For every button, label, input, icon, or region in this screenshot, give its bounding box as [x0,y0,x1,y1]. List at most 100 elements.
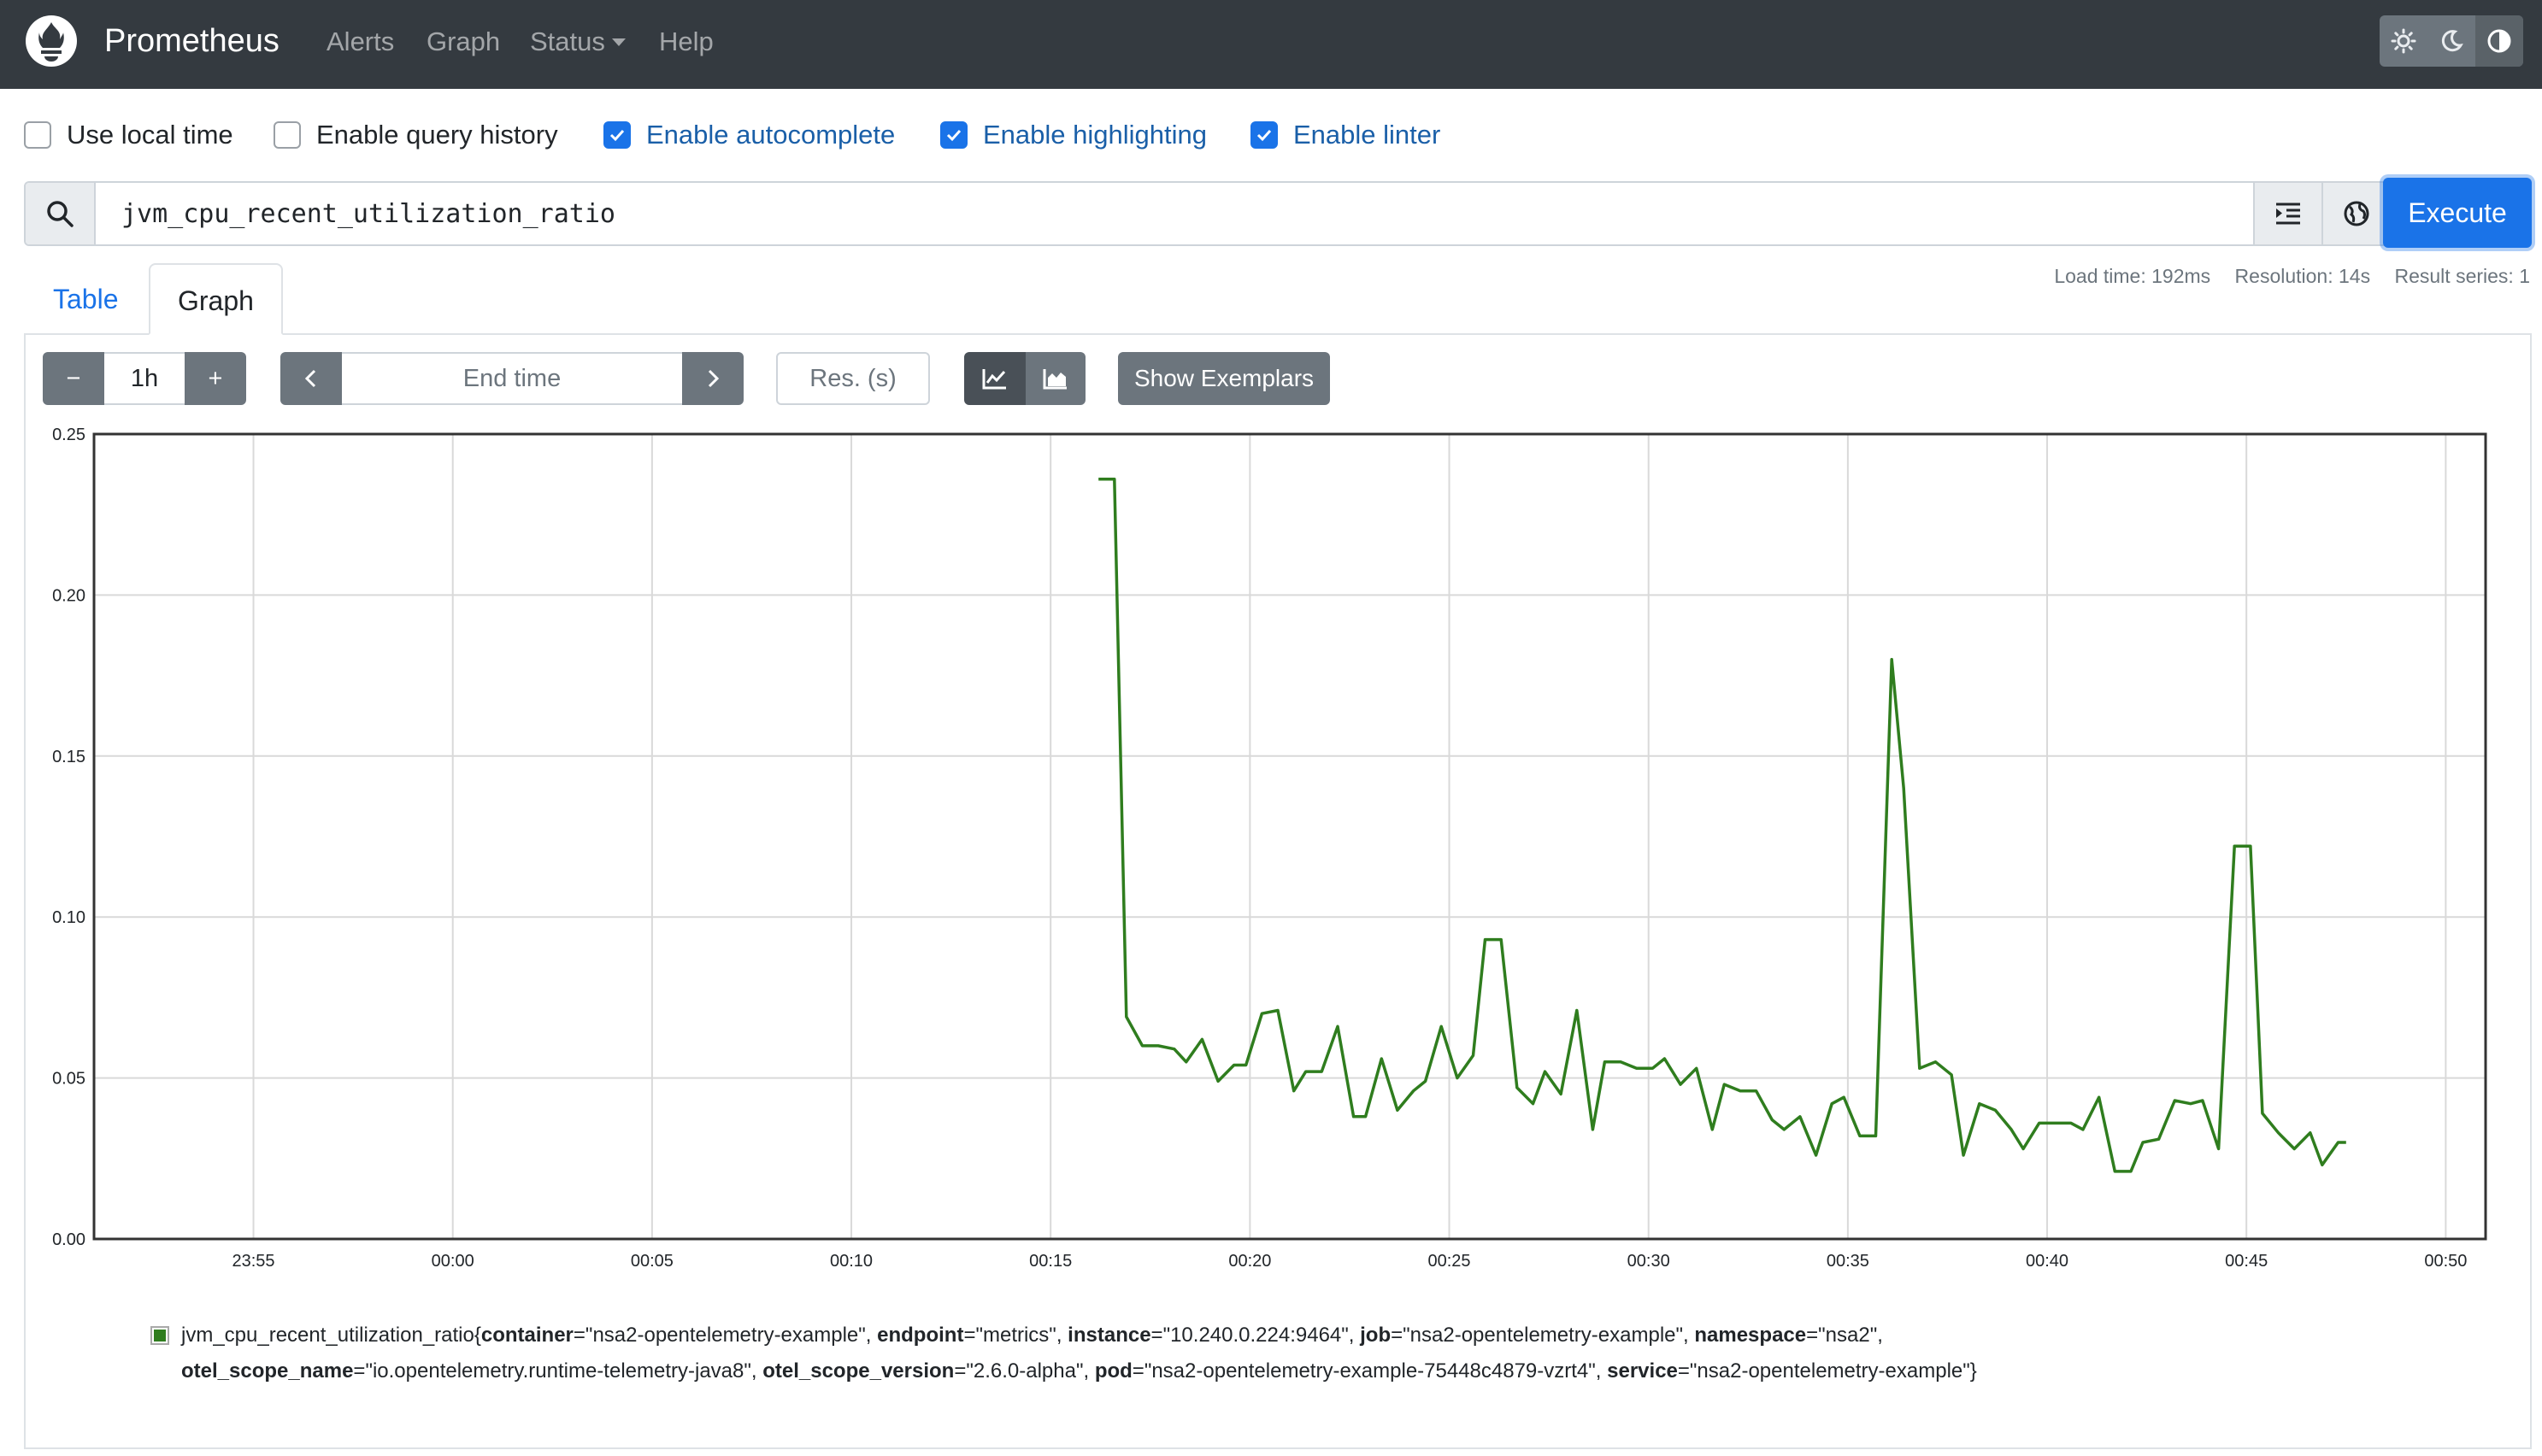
resolution-input[interactable]: Res. (s) [776,352,930,405]
x-tick-label: 00:10 [830,1252,873,1271]
light-theme-button[interactable] [2380,15,2427,67]
y-tick-label: 0.05 [52,1070,85,1089]
option-label: Enable query history [316,120,558,150]
result-series: Result series: 1 [2394,265,2530,287]
format-expression-button[interactable] [2253,183,2321,244]
legend-line-1[interactable]: jvm_cpu_recent_utilization_ratio{contain… [181,1318,1883,1353]
y-tick-label: 0.25 [52,426,85,444]
legend-label-value: ="nsa2", [1806,1324,1883,1347]
metrics-explorer-button[interactable] [2321,183,2390,244]
previous-time-button[interactable] [280,352,342,405]
next-time-button[interactable] [682,352,744,405]
y-tick-label: 0.00 [52,1230,85,1249]
checkmark-icon [1256,129,1272,142]
legend-label-value: ="2.6.0-alpha", [954,1359,1095,1383]
option-enable-highlighting[interactable]: Enable highlighting [940,118,1207,152]
legend-label-key: job [1360,1324,1392,1347]
y-tick-label: 0.15 [52,748,85,766]
option-enable-linter[interactable]: Enable linter [1250,118,1440,152]
x-tick-label: 00:05 [631,1252,674,1271]
legend-label-key: namespace [1694,1324,1807,1347]
option-label: Enable linter [1293,120,1441,150]
nav-alerts[interactable]: Alerts [327,26,394,58]
line-chart-button[interactable] [964,352,1026,405]
indent-format-icon [2276,203,2300,225]
prometheus-logo-icon[interactable] [24,14,79,68]
caret-down-icon [611,38,626,46]
legend-label-value: ="10.240.0.224:9464", [1150,1324,1361,1347]
nav-graph[interactable]: Graph [427,26,500,58]
graph-chart[interactable]: 0.25 0.20 0.15 0.10 0.05 0.00 23:55 00:00 00:05 0… [0,410,2542,1282]
tab-table[interactable]: Table [26,263,146,335]
load-time: Load time: 192ms [2054,265,2211,287]
end-time-input[interactable]: End time [342,352,682,405]
nav-help[interactable]: Help [659,26,714,58]
y-tick-label: 0.10 [52,908,85,927]
legend-label-key: otel_scope_version [762,1359,955,1383]
globe-icon [2344,201,2369,226]
execute-button[interactable]: Execute [2383,178,2532,248]
legend-label-key: service [1607,1359,1678,1383]
show-exemplars-button[interactable]: Show Exemplars [1118,352,1330,405]
y-tick-label: 0.20 [52,586,85,605]
legend-label-value: ="io.opentelemetry.runtime-telemetry-jav… [353,1359,763,1383]
option-label: Enable highlighting [983,120,1207,150]
chevron-right-icon [708,369,720,388]
checkmark-icon [946,129,962,142]
query-bar: jvm_cpu_recent_utilization_ratio [24,181,2532,246]
legend-label-key: otel_scope_name [181,1359,354,1383]
auto-theme-button[interactable] [2475,15,2523,67]
line-chart-icon [982,369,1006,390]
checkbox-enable-highlighting[interactable] [940,121,968,149]
option-use-local-time[interactable]: Use local time [24,118,233,152]
legend-color-swatch[interactable] [150,1326,169,1345]
x-tick-label: 00:30 [1627,1252,1670,1271]
query-stats: Load time: 192ms Resolution: 14s Result … [2035,265,2530,288]
checkbox-enable-autocomplete[interactable] [603,121,631,149]
x-tick-label: 00:35 [1827,1252,1869,1271]
x-tick-label: 00:15 [1029,1252,1072,1271]
x-tick-label: 00:25 [1428,1252,1471,1271]
chevron-left-icon [304,369,316,388]
stacked-chart-button[interactable] [1026,352,1086,405]
decrease-range-button[interactable]: − [43,352,104,405]
legend-label-value: ="nsa2-opentelemetry-example", [573,1324,878,1347]
tab-graph[interactable]: Graph [149,263,283,335]
x-tick-label: 23:55 [232,1252,275,1271]
theme-toggle-group [2380,15,2523,67]
option-label: Enable autocomplete [646,120,896,150]
option-enable-autocomplete[interactable]: Enable autocomplete [603,118,895,152]
search-icon [47,201,74,227]
area-chart-icon [1043,369,1067,390]
navbar: Prometheus Alerts Graph Status Help [0,0,2542,89]
x-tick-label: 00:20 [1228,1252,1271,1271]
sun-icon [2391,28,2416,54]
range-input[interactable]: 1h [104,352,185,405]
legend-line-2[interactable]: otel_scope_name="io.opentelemetry.runtim… [181,1353,1977,1389]
legend-label-value: jvm_cpu_recent_utilization_ratio{ [181,1324,481,1347]
x-tick-label: 00:00 [432,1252,474,1271]
series-line [1098,478,2346,1173]
query-expression-input[interactable]: jvm_cpu_recent_utilization_ratio [121,198,615,231]
legend-label-key: container [480,1324,574,1347]
checkbox-enable-linter[interactable] [1250,121,1278,149]
search-addon [26,183,96,244]
x-tick-label: 00:45 [2225,1252,2268,1271]
checkbox-use-local-time[interactable] [24,121,51,149]
option-label: Use local time [67,120,233,150]
legend-label-value: ="metrics", [963,1324,1068,1347]
brand-title[interactable]: Prometheus [104,21,280,62]
checkmark-icon [609,129,625,142]
option-enable-query-history[interactable]: Enable query history [274,118,558,152]
legend-label-value: ="nsa2-opentelemetry-example", [1391,1324,1695,1347]
legend-label-key: endpoint [877,1324,964,1347]
moon-icon [2441,30,2463,52]
legend-label-key: instance [1068,1324,1151,1347]
increase-range-button[interactable]: + [185,352,246,405]
dark-theme-button[interactable] [2427,15,2475,67]
nav-status-dropdown[interactable]: Status [530,26,626,58]
resolution: Resolution: 14s [2234,265,2371,287]
legend-label-value: ="nsa2-opentelemetry-example-75448c4879-… [1132,1359,1608,1383]
contrast-icon [2487,29,2511,53]
checkbox-enable-query-history[interactable] [274,121,301,149]
